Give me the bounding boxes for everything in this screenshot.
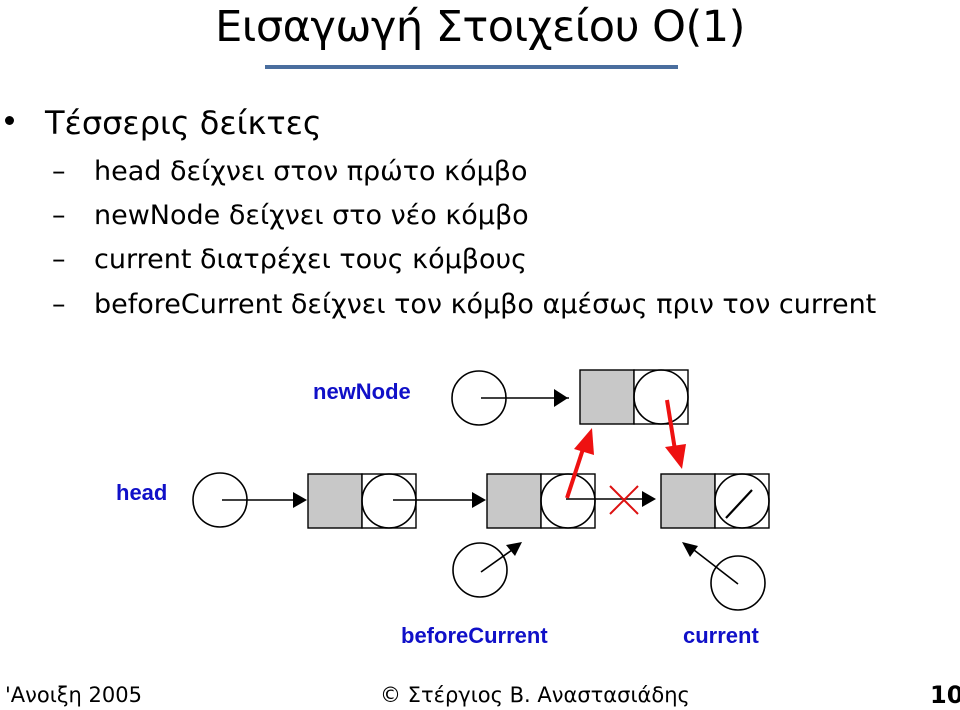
- list-node-3: [660, 473, 770, 529]
- node-data-cell: [486, 473, 542, 529]
- arrowhead-icon: [554, 389, 568, 407]
- footer-copyright: © Στέργιος Β. Αναστασιάδης: [380, 683, 690, 707]
- arrowhead-icon: [472, 492, 486, 508]
- newnode-pointer: [451, 370, 569, 426]
- red-arrowhead-icon: [665, 444, 686, 469]
- page-number: 10: [930, 681, 960, 709]
- beforecurrent-pointer: [452, 542, 522, 598]
- footer-date: 'Ανοιξη 2005: [5, 683, 142, 707]
- node-data-cell: [660, 473, 716, 529]
- node-data-cell: [579, 369, 635, 425]
- removed-link-x-icon: [609, 485, 639, 515]
- arrowhead-icon: [642, 491, 656, 507]
- linked-list-diagram: [192, 369, 770, 611]
- red-arrowhead-icon: [574, 428, 594, 455]
- pointer-circle: [452, 542, 508, 598]
- arrowhead-icon: [682, 542, 698, 557]
- arrowhead-icon: [293, 492, 307, 508]
- arrowhead-icon: [506, 542, 522, 556]
- list-node-1: [307, 473, 486, 529]
- current-pointer: [682, 542, 766, 611]
- new-node: [579, 369, 689, 425]
- node-data-cell: [307, 473, 363, 529]
- head-pointer: [192, 472, 307, 528]
